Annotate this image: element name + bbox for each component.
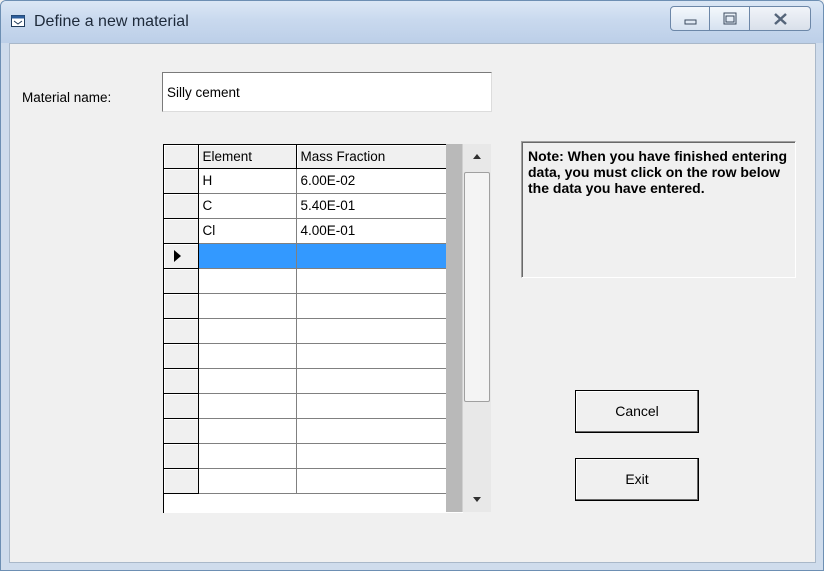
empty-cell[interactable] <box>296 393 448 419</box>
maximize-button[interactable] <box>710 6 750 31</box>
minimize-icon <box>684 19 697 25</box>
close-icon <box>774 13 787 25</box>
empty-cell[interactable] <box>198 418 297 444</box>
grid-vertical-scrollbar[interactable] <box>462 144 491 512</box>
row-selector[interactable] <box>164 468 199 494</box>
scroll-down-button[interactable] <box>463 486 491 512</box>
column-header-mass-fraction[interactable]: Mass Fraction <box>296 145 448 169</box>
elements-grid[interactable]: Element Mass Fraction H 6.00E-02 C 5.40E… <box>163 144 463 513</box>
empty-cell[interactable] <box>198 468 297 494</box>
dialog-window: Define a new material Material name: Ele… <box>0 0 824 571</box>
empty-cell[interactable] <box>198 343 297 369</box>
scroll-thumb[interactable] <box>464 172 490 402</box>
cell-element[interactable]: H <box>198 168 297 194</box>
empty-cell[interactable] <box>198 318 297 344</box>
current-row-arrow-icon <box>174 249 181 262</box>
column-header-element[interactable]: Element <box>198 145 297 169</box>
row-selector[interactable] <box>164 268 199 294</box>
empty-cell[interactable] <box>198 393 297 419</box>
cell-mass-fraction[interactable]: 5.40E-01 <box>296 193 448 219</box>
empty-cell[interactable] <box>198 443 297 469</box>
grid-gutter <box>446 144 462 512</box>
cell-element[interactable]: Cl <box>198 218 297 244</box>
title-bar[interactable]: Define a new material <box>1 1 823 43</box>
empty-cell[interactable] <box>296 443 448 469</box>
minimize-button[interactable] <box>670 6 710 31</box>
maximize-icon <box>723 12 737 25</box>
row-selector[interactable] <box>164 343 199 369</box>
empty-cell[interactable] <box>296 468 448 494</box>
window-title: Define a new material <box>34 13 189 30</box>
scroll-up-arrow-icon <box>473 154 481 159</box>
row-selector[interactable] <box>164 218 199 244</box>
window-app-icon <box>11 15 25 27</box>
row-selector[interactable] <box>164 443 199 469</box>
empty-cell[interactable] <box>296 343 448 369</box>
row-selector[interactable] <box>164 368 199 394</box>
scroll-down-arrow-icon <box>473 497 481 502</box>
empty-cell[interactable] <box>296 268 448 294</box>
cell-element[interactable]: C <box>198 193 297 219</box>
material-name-label: Material name: <box>22 90 112 105</box>
exit-button[interactable]: Exit <box>575 458 699 501</box>
row-selector[interactable] <box>164 168 199 194</box>
cell-mass-fraction[interactable]: 4.00E-01 <box>296 218 448 244</box>
cell-element-new[interactable] <box>198 243 297 269</box>
row-selector[interactable] <box>164 393 199 419</box>
empty-cell[interactable] <box>296 418 448 444</box>
row-selector[interactable] <box>164 318 199 344</box>
cancel-button[interactable]: Cancel <box>575 390 699 433</box>
row-selector[interactable] <box>164 293 199 319</box>
close-button[interactable] <box>750 6 811 31</box>
grid-corner-cell <box>164 145 199 169</box>
cell-mass-fraction[interactable]: 6.00E-02 <box>296 168 448 194</box>
scroll-up-button[interactable] <box>463 144 491 170</box>
empty-cell[interactable] <box>296 293 448 319</box>
row-selector-current[interactable] <box>164 243 199 269</box>
row-selector[interactable] <box>164 418 199 444</box>
empty-cell[interactable] <box>198 293 297 319</box>
empty-cell[interactable] <box>198 268 297 294</box>
empty-cell[interactable] <box>198 368 297 394</box>
empty-cell[interactable] <box>296 318 448 344</box>
material-name-input[interactable] <box>162 72 492 112</box>
empty-cell[interactable] <box>296 368 448 394</box>
row-selector[interactable] <box>164 193 199 219</box>
note-box: Note: When you have finished entering da… <box>521 141 796 278</box>
cell-mass-fraction-new[interactable] <box>296 243 448 269</box>
